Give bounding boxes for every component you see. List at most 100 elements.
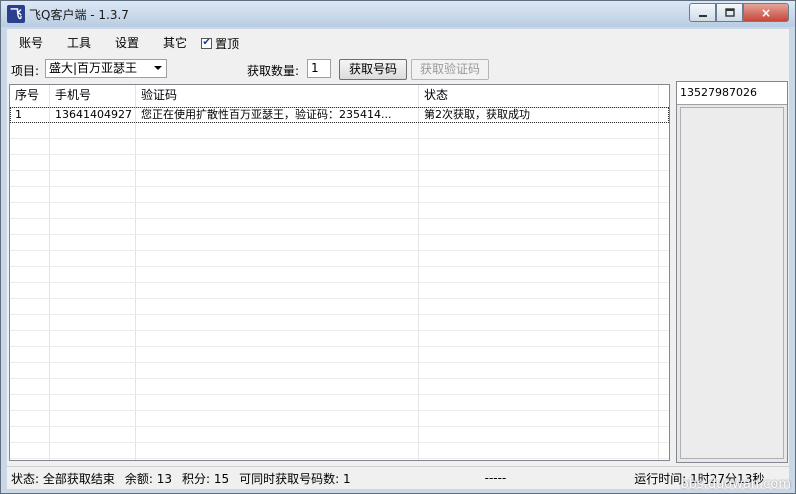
cell-empty xyxy=(136,315,419,330)
cell-empty xyxy=(50,139,136,154)
watermark: bbs.duowan.com xyxy=(680,477,791,492)
cell-empty xyxy=(419,171,659,186)
column-header-index[interactable]: 序号 xyxy=(10,85,50,107)
cell-empty xyxy=(50,283,136,298)
cell-empty xyxy=(136,411,419,426)
table-row-empty xyxy=(10,187,669,203)
get-number-button[interactable]: 获取号码 xyxy=(339,59,407,80)
app-window: 飞 飞Q客户端 - 1.3.7 × 账号 工具 设置 其它 ✔ 置顶 项目: 盛… xyxy=(0,0,796,494)
cell-empty xyxy=(136,171,419,186)
close-button[interactable]: × xyxy=(743,3,789,22)
column-header-phone[interactable]: 手机号 xyxy=(50,85,136,107)
menu-other[interactable]: 其它 xyxy=(151,31,199,55)
status-dashes: ----- xyxy=(484,471,507,485)
pin-label: 置顶 xyxy=(215,36,240,51)
cell-empty xyxy=(10,203,50,218)
table-row-empty xyxy=(10,427,669,443)
column-header-status[interactable]: 状态 xyxy=(419,85,659,107)
cell-empty xyxy=(10,123,50,138)
status-concurrent: 可同时获取号码数: 1 xyxy=(239,471,351,486)
table-row-empty xyxy=(10,411,669,427)
cell-empty xyxy=(50,235,136,250)
minimize-button[interactable] xyxy=(689,3,716,22)
table-row-empty xyxy=(10,283,669,299)
table-row-empty xyxy=(10,363,669,379)
cell-empty xyxy=(50,427,136,442)
quantity-input[interactable]: 1 xyxy=(307,59,331,78)
table-row-empty xyxy=(10,171,669,187)
number-list-area[interactable] xyxy=(680,107,784,459)
cell-empty xyxy=(10,235,50,250)
cell-empty xyxy=(10,251,50,266)
cell-empty xyxy=(419,219,659,234)
cell-empty xyxy=(136,123,419,138)
table-row-empty xyxy=(10,251,669,267)
status-points: 积分: 15 xyxy=(182,471,230,486)
number-list-panel[interactable]: 13527987026 xyxy=(676,81,788,463)
cell-empty xyxy=(136,267,419,282)
cell-empty xyxy=(50,459,136,460)
cell-empty xyxy=(10,427,50,442)
column-header-code[interactable]: 验证码 xyxy=(136,85,419,107)
cell-empty xyxy=(10,347,50,362)
cell-empty xyxy=(419,347,659,362)
cell-empty xyxy=(419,363,659,378)
menu-account[interactable]: 账号 xyxy=(7,31,55,55)
menu-settings[interactable]: 设置 xyxy=(103,31,151,55)
table-row-empty xyxy=(10,379,669,395)
cell-empty xyxy=(419,123,659,138)
cell-status: 第2次获取，获取成功 xyxy=(419,107,659,122)
cell-empty xyxy=(10,363,50,378)
menu-bar: 账号 工具 设置 其它 ✔ 置顶 xyxy=(7,31,239,55)
cell-empty xyxy=(10,299,50,314)
table-row-empty xyxy=(10,123,669,139)
table-row-empty xyxy=(10,443,669,459)
table-row-empty xyxy=(10,139,669,155)
number-list-item[interactable]: 13527987026 xyxy=(677,82,787,105)
pin-on-top-toggle[interactable]: ✔ 置顶 xyxy=(201,35,239,52)
cell-empty xyxy=(419,235,659,250)
pin-checkbox-check-icon[interactable]: ✔ xyxy=(201,37,213,49)
app-logo-icon: 飞 xyxy=(7,5,25,23)
table-row[interactable]: 1 13641404927 您正在使用扩散性百万亚瑟王，验证码：235414..… xyxy=(10,107,669,123)
table-row-empty xyxy=(10,347,669,363)
menu-tools[interactable]: 工具 xyxy=(55,31,103,55)
chevron-down-icon xyxy=(154,66,162,70)
cell-empty xyxy=(50,443,136,458)
minimize-icon xyxy=(698,14,707,17)
table-row-empty xyxy=(10,235,669,251)
cell-empty xyxy=(136,395,419,410)
project-select-value: 盛大|百万亚瑟王 xyxy=(49,61,138,75)
cell-empty xyxy=(10,411,50,426)
window-title: 飞Q客户端 - 1.3.7 xyxy=(29,8,129,22)
get-code-button[interactable]: 获取验证码 xyxy=(411,59,489,80)
cell-empty xyxy=(50,203,136,218)
cell-empty xyxy=(10,155,50,170)
cell-empty xyxy=(50,219,136,234)
cell-empty xyxy=(136,139,419,154)
table-row-empty xyxy=(10,219,669,235)
cell-empty xyxy=(419,315,659,330)
cell-empty xyxy=(136,363,419,378)
cell-empty xyxy=(419,267,659,282)
cell-empty xyxy=(136,187,419,202)
cell-empty xyxy=(136,219,419,234)
cell-empty xyxy=(419,379,659,394)
table-row-empty xyxy=(10,155,669,171)
maximize-button[interactable] xyxy=(716,3,743,22)
cell-empty xyxy=(10,267,50,282)
cell-empty xyxy=(10,459,50,460)
cell-empty xyxy=(419,395,659,410)
table-row-empty xyxy=(10,299,669,315)
cell-index: 1 xyxy=(10,107,50,122)
table-row-empty xyxy=(10,203,669,219)
project-select[interactable]: 盛大|百万亚瑟王 xyxy=(45,59,167,78)
cell-empty xyxy=(419,251,659,266)
title-bar[interactable]: 飞 飞Q客户端 - 1.3.7 × xyxy=(1,1,795,27)
cell-empty xyxy=(50,411,136,426)
table-row-empty xyxy=(10,315,669,331)
cell-empty xyxy=(10,219,50,234)
result-table[interactable]: 序号 手机号 验证码 状态 1 13641404927 您正在使用扩散性百万亚瑟… xyxy=(9,84,670,461)
status-balance: 余额: 13 xyxy=(124,471,172,486)
table-row-empty xyxy=(10,395,669,411)
